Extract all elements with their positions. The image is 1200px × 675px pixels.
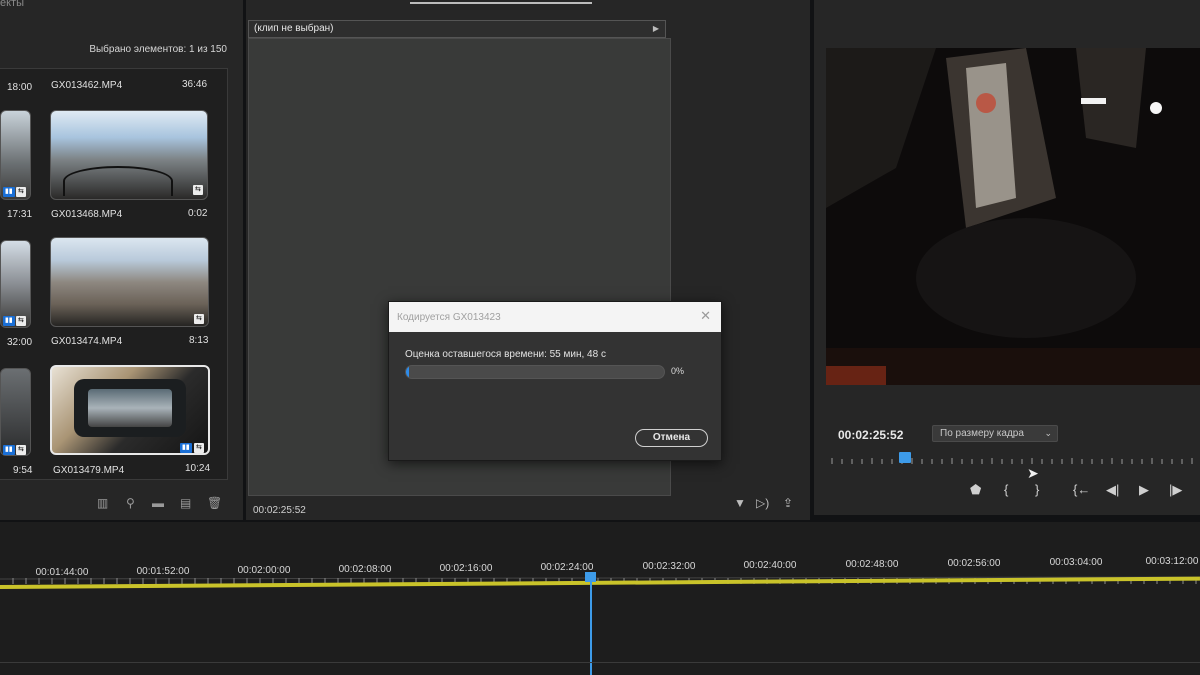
clip-thumbnail[interactable] — [50, 365, 210, 455]
video-badge-icon: ▮▮ — [3, 445, 15, 455]
timeline-playhead-line — [590, 580, 592, 675]
red-glow-shape — [826, 366, 886, 385]
search-icon[interactable]: ⚲ — [126, 496, 135, 510]
audio-badge-icon: ⇆ — [194, 314, 204, 324]
video-badge-icon: ▮▮ — [3, 316, 15, 326]
active-tab-indicator — [410, 2, 592, 4]
audio-badge-icon: ⇆ — [16, 316, 26, 326]
source-timecode[interactable]: 00:02:25:52 — [253, 505, 306, 516]
timeline-tick-label: 00:02:56:00 — [947, 558, 1001, 569]
bin-icon[interactable]: ▥ — [97, 496, 108, 510]
zoom-fit-label: По размеру кадра — [940, 428, 1024, 439]
mark-out-icon[interactable]: } — [1035, 482, 1039, 497]
clip-duration: 0:02 — [188, 208, 208, 219]
audio-badge-icon: ⇆ — [193, 185, 203, 195]
folder-icon[interactable]: ▬ — [152, 496, 164, 510]
add-marker-icon[interactable]: ⬟ — [970, 482, 981, 498]
video-frame — [826, 48, 1200, 385]
timeline-tick-label: 00:02:32:00 — [642, 561, 696, 572]
cabin-light-shape — [1081, 98, 1106, 104]
clip-duration-left: 18:00 — [7, 82, 33, 93]
program-monitor-screen[interactable] — [826, 48, 1200, 385]
insert-icon[interactable]: ▷) — [756, 496, 769, 510]
video-badge-icon: ▮▮ — [180, 443, 192, 453]
cabin-light-shape — [1150, 102, 1162, 114]
track-divider — [0, 662, 1200, 663]
dashboard-shape — [916, 218, 1136, 338]
clip-duration: 10:24 — [185, 463, 211, 474]
timeline-tick-label: 00:02:48:00 — [845, 559, 899, 570]
clip-duration-left: 17:31 — [7, 209, 33, 220]
timeline-tick-label: 00:03:04:00 — [1049, 557, 1103, 568]
project-panel: екты Выбрано элементов: 1 из 150 18:00 G… — [0, 0, 243, 520]
export-frame-icon[interactable]: ⇪ — [783, 496, 793, 510]
clip-thumbnail[interactable] — [0, 368, 31, 456]
panel-menu-icon[interactable]: ▶ — [653, 21, 659, 37]
dialog-title: Кодируется GX013423 — [397, 312, 501, 323]
clip-name[interactable]: GX013474.MP4 — [51, 336, 122, 347]
audio-badge-icon: ⇆ — [16, 445, 26, 455]
mark-in-icon[interactable]: { — [1004, 482, 1008, 497]
project-panel-title[interactable]: екты — [0, 0, 24, 9]
audio-badge-icon: ⇆ — [194, 443, 204, 453]
filter-icon[interactable]: ▼ — [734, 496, 746, 510]
encoding-progress-bar — [405, 365, 665, 379]
steering-wheel-shape — [63, 166, 173, 196]
dialog-titlebar[interactable]: Кодируется GX013423 ✕ — [389, 302, 721, 332]
progress-percent: 0% — [671, 366, 685, 376]
step-back-icon[interactable]: ◀| — [1106, 482, 1119, 498]
clip-thumbnail[interactable] — [0, 240, 31, 328]
logo-mark-shape — [976, 93, 996, 113]
timeline-panel[interactable]: 00:01:44:00 00:01:52:00 00:02:00:00 00:0… — [0, 522, 1200, 675]
clip-thumbnail[interactable] — [50, 110, 208, 200]
go-to-in-icon[interactable]: {← — [1073, 482, 1090, 497]
zoom-fit-select[interactable]: По размеру кадра ⌄ — [932, 425, 1058, 442]
audio-badge-icon: ⇆ — [16, 187, 26, 197]
clip-duration-left: 9:54 — [13, 465, 33, 476]
video-badge-icon: ▮▮ — [3, 187, 15, 197]
progress-fill — [406, 366, 409, 378]
clip-name[interactable]: GX013462.MP4 — [51, 80, 122, 91]
clip-name[interactable]: GX013468.MP4 — [51, 209, 122, 220]
chevron-down-icon: ⌄ — [1044, 428, 1052, 438]
timeline-tick-label: 00:03:12:00 — [1145, 556, 1199, 567]
encoding-dialog: Кодируется GX013423 ✕ Оценка оставшегося… — [388, 301, 722, 461]
program-playhead[interactable] — [899, 452, 911, 463]
screen-content-shape — [88, 389, 172, 427]
selection-count: Выбрано элементов: 1 из 150 — [89, 44, 227, 55]
clip-duration: 8:13 — [189, 335, 209, 346]
source-clip-label: (клип не выбран) — [254, 23, 334, 34]
cancel-button[interactable]: Отмена — [635, 429, 708, 447]
close-icon[interactable]: ✕ — [700, 308, 711, 324]
step-forward-icon[interactable]: |▶ — [1169, 482, 1182, 498]
clip-duration-left: 32:00 — [7, 337, 33, 348]
clip-name[interactable]: GX013479.MP4 — [53, 465, 124, 476]
trash-icon[interactable]: 🗑 — [207, 496, 222, 510]
timeline-tick-label: 00:02:40:00 — [743, 560, 797, 571]
play-icon[interactable]: ▶ — [1139, 482, 1149, 498]
mouse-cursor-icon: ➤ — [1027, 465, 1039, 481]
program-ruler[interactable] — [830, 452, 1200, 466]
clip-thumbnail[interactable] — [50, 237, 209, 327]
new-item-icon[interactable]: ▤ — [180, 496, 191, 510]
time-remaining-text: Оценка оставшегося времени: 55 мин, 48 с — [405, 349, 606, 360]
program-timecode[interactable]: 00:02:25:52 — [838, 428, 903, 442]
clip-duration: 36:46 — [182, 79, 208, 90]
source-monitor-header[interactable]: (клип не выбран) ▶ — [248, 20, 666, 38]
